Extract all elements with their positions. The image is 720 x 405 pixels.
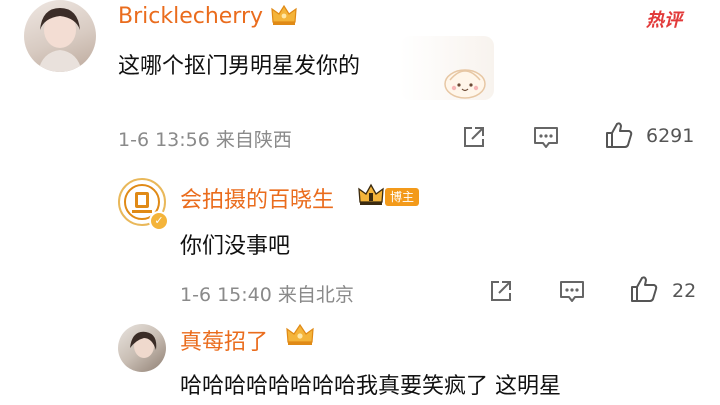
comment-meta: 1-6 13:56 来自陕西 — [118, 129, 292, 151]
like-count: 22 — [672, 280, 697, 302]
username[interactable]: 会拍摄的百晓生 — [180, 182, 334, 214]
like-count: 6291 — [646, 125, 695, 147]
comment-content: 这哪个抠门男明星发你的 — [118, 54, 361, 79]
comment-icon[interactable] — [532, 124, 560, 150]
crown-icon — [284, 322, 316, 348]
verified-icon: ✓ — [149, 211, 169, 231]
comment-content: 哈哈哈哈哈哈哈哈我真要笑疯了 这明星 — [180, 374, 561, 399]
reply-item: 真莓招了 哈哈哈哈哈哈哈哈我真要笑疯了 这明星 — [0, 310, 720, 405]
comment-content: 你们没事吧 — [180, 234, 291, 259]
blogger-badge: 博主 — [385, 188, 420, 206]
like-icon[interactable] — [629, 274, 659, 304]
comment-icon[interactable] — [558, 278, 586, 304]
username[interactable]: Bricklecherry — [118, 4, 263, 29]
share-icon[interactable] — [488, 278, 514, 304]
comment-item: Bricklecherry 热评 这哪个抠门男明星发你的 1-6 13:56 来… — [0, 0, 720, 160]
share-icon[interactable] — [461, 124, 487, 150]
reply-item: ✓ 会拍摄的百晓生 博主 你们没事吧 1-6 15:40 来自北京 22 — [0, 160, 720, 310]
crown-icon — [270, 3, 298, 27]
comment-meta: 1-6 15:40 来自北京 — [180, 284, 354, 306]
username[interactable]: 真莓招了 — [180, 324, 268, 356]
vip-crown-icon — [357, 182, 385, 208]
comment-text: 这哪个抠门男明星发你的 — [118, 48, 360, 80]
avatar[interactable] — [24, 0, 96, 72]
bun-sticker-icon — [440, 56, 490, 100]
like-icon[interactable] — [604, 120, 634, 150]
avatar[interactable] — [118, 324, 166, 372]
hot-comment-tag: 热评 — [646, 10, 682, 31]
